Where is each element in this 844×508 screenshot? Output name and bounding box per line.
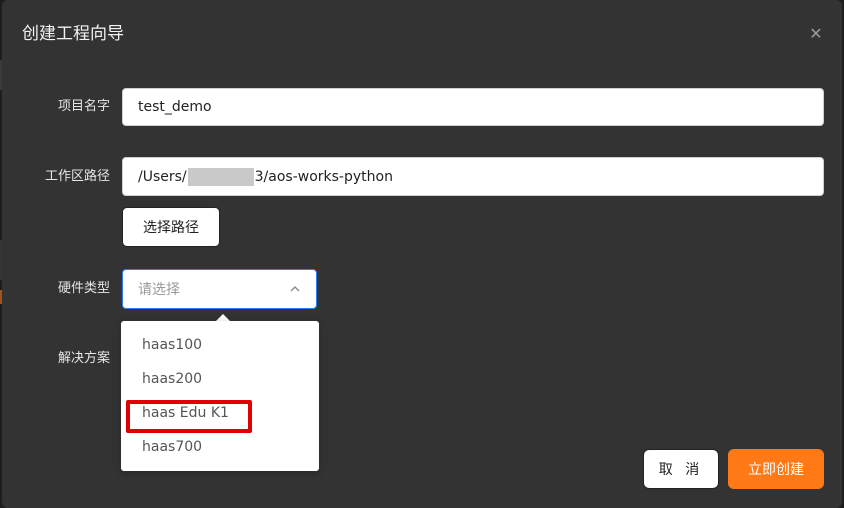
workspace-path-input[interactable]: /Users/3/aos-works-python — [122, 157, 824, 196]
choose-path-button[interactable]: 选择路径 — [122, 207, 220, 247]
path-prefix: /Users/ — [138, 168, 187, 185]
chevron-up-icon — [290, 286, 300, 292]
dialog-title: 创建工程向导 — [22, 24, 124, 44]
hardware-type-select[interactable]: 请选择 — [122, 269, 317, 309]
hardware-dropdown: haas100 haas200 haas Edu K1 haas700 — [121, 321, 319, 471]
cancel-button[interactable]: 取 消 — [643, 449, 719, 489]
hardware-placeholder: 请选择 — [138, 282, 180, 298]
option-haas100[interactable]: haas100 — [142, 335, 202, 355]
hardware-type-label: 硬件类型 — [57, 281, 110, 296]
redacted-username — [187, 167, 254, 186]
highlight-annotation — [126, 400, 252, 433]
project-name-input[interactable]: test_demo — [122, 88, 824, 126]
project-name-value: test_demo — [138, 99, 212, 115]
workspace-path-label: 工作区路径 — [44, 169, 110, 184]
close-icon[interactable]: ✕ — [808, 26, 824, 42]
create-now-button[interactable]: 立即创建 — [728, 449, 824, 489]
option-haas200[interactable]: haas200 — [142, 369, 202, 389]
workspace-path-value: /Users/3/aos-works-python — [138, 167, 393, 186]
path-suffix: 3/aos-works-python — [254, 168, 393, 185]
project-name-label: 项目名字 — [57, 99, 110, 114]
option-haas700[interactable]: haas700 — [142, 437, 202, 457]
solution-label: 解决方案 — [57, 351, 110, 366]
